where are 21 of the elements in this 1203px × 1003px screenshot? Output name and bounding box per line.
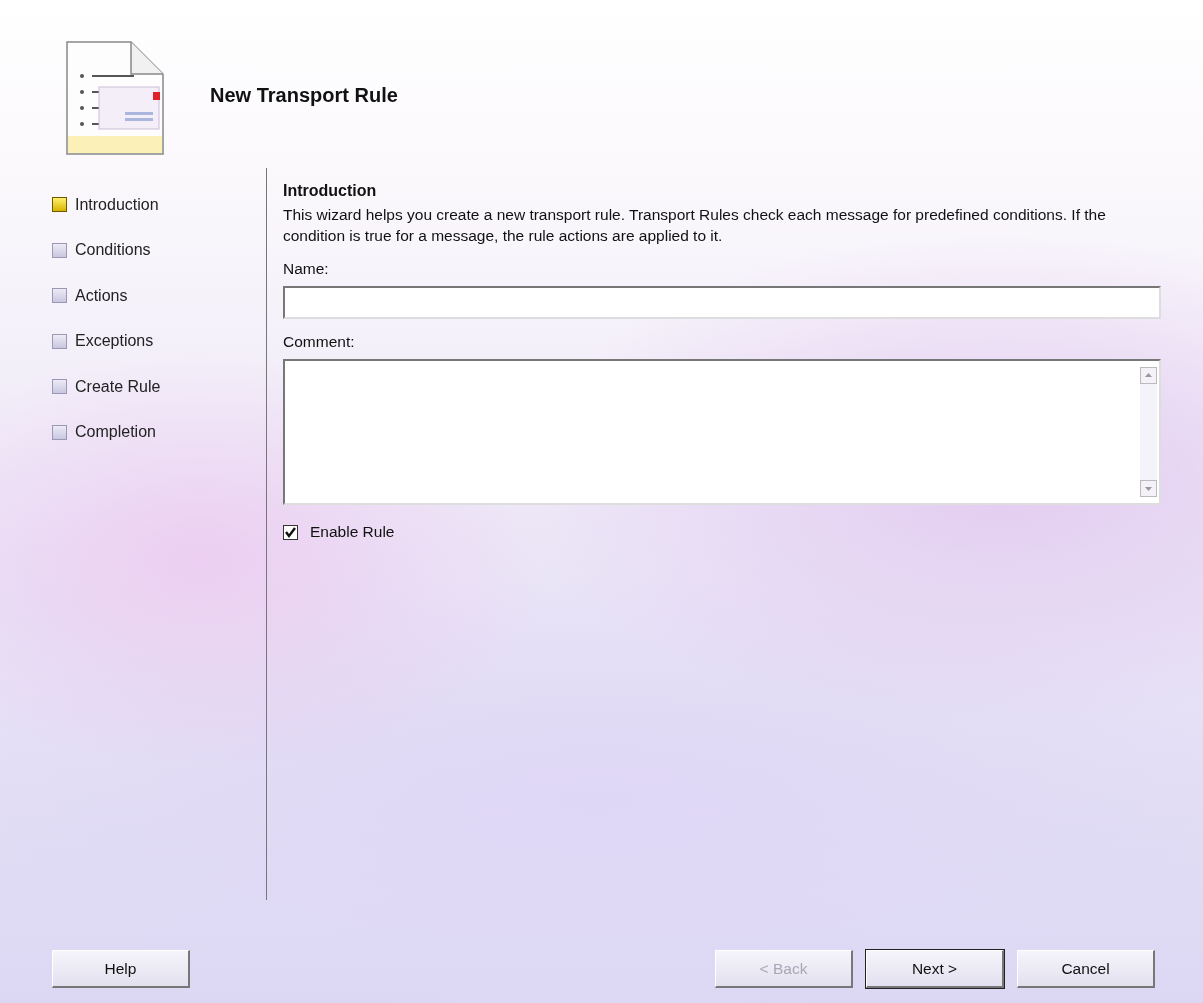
field-label: Name: <box>283 260 330 278</box>
step-label: Actions <box>75 286 128 305</box>
description: This wizard helps you create a new transport rule. Transport Rules check each message for predefined conditions. If the condition is true for a message, the rule actions are applied to it. <box>283 205 1107 246</box>
document-icon <box>65 40 165 156</box>
help-button[interactable]: Help <box>52 950 190 988</box>
wizard-title: New Transport Rule <box>210 83 398 107</box>
checkbox-label: Enable Rule <box>310 523 395 541</box>
field-label: Comment: <box>283 333 356 351</box>
wizard-button[interactable]: Cancel <box>1017 950 1155 988</box>
step-label: Completion <box>75 423 156 442</box>
step-label: Exceptions <box>75 332 154 351</box>
checkbox[interactable] <box>283 524 298 540</box>
comment-field[interactable] <box>283 359 1161 505</box>
name-field[interactable] <box>283 286 1161 319</box>
step-label: Create Rule <box>75 377 161 396</box>
scroll-down-button[interactable] <box>1140 480 1157 497</box>
wizard-button[interactable]: Next > <box>866 950 1004 988</box>
step-label: Introduction <box>75 195 159 214</box>
section-heading: Introduction <box>283 182 378 200</box>
step-label: Conditions <box>75 241 151 260</box>
scroll-up-button[interactable] <box>1140 367 1157 384</box>
